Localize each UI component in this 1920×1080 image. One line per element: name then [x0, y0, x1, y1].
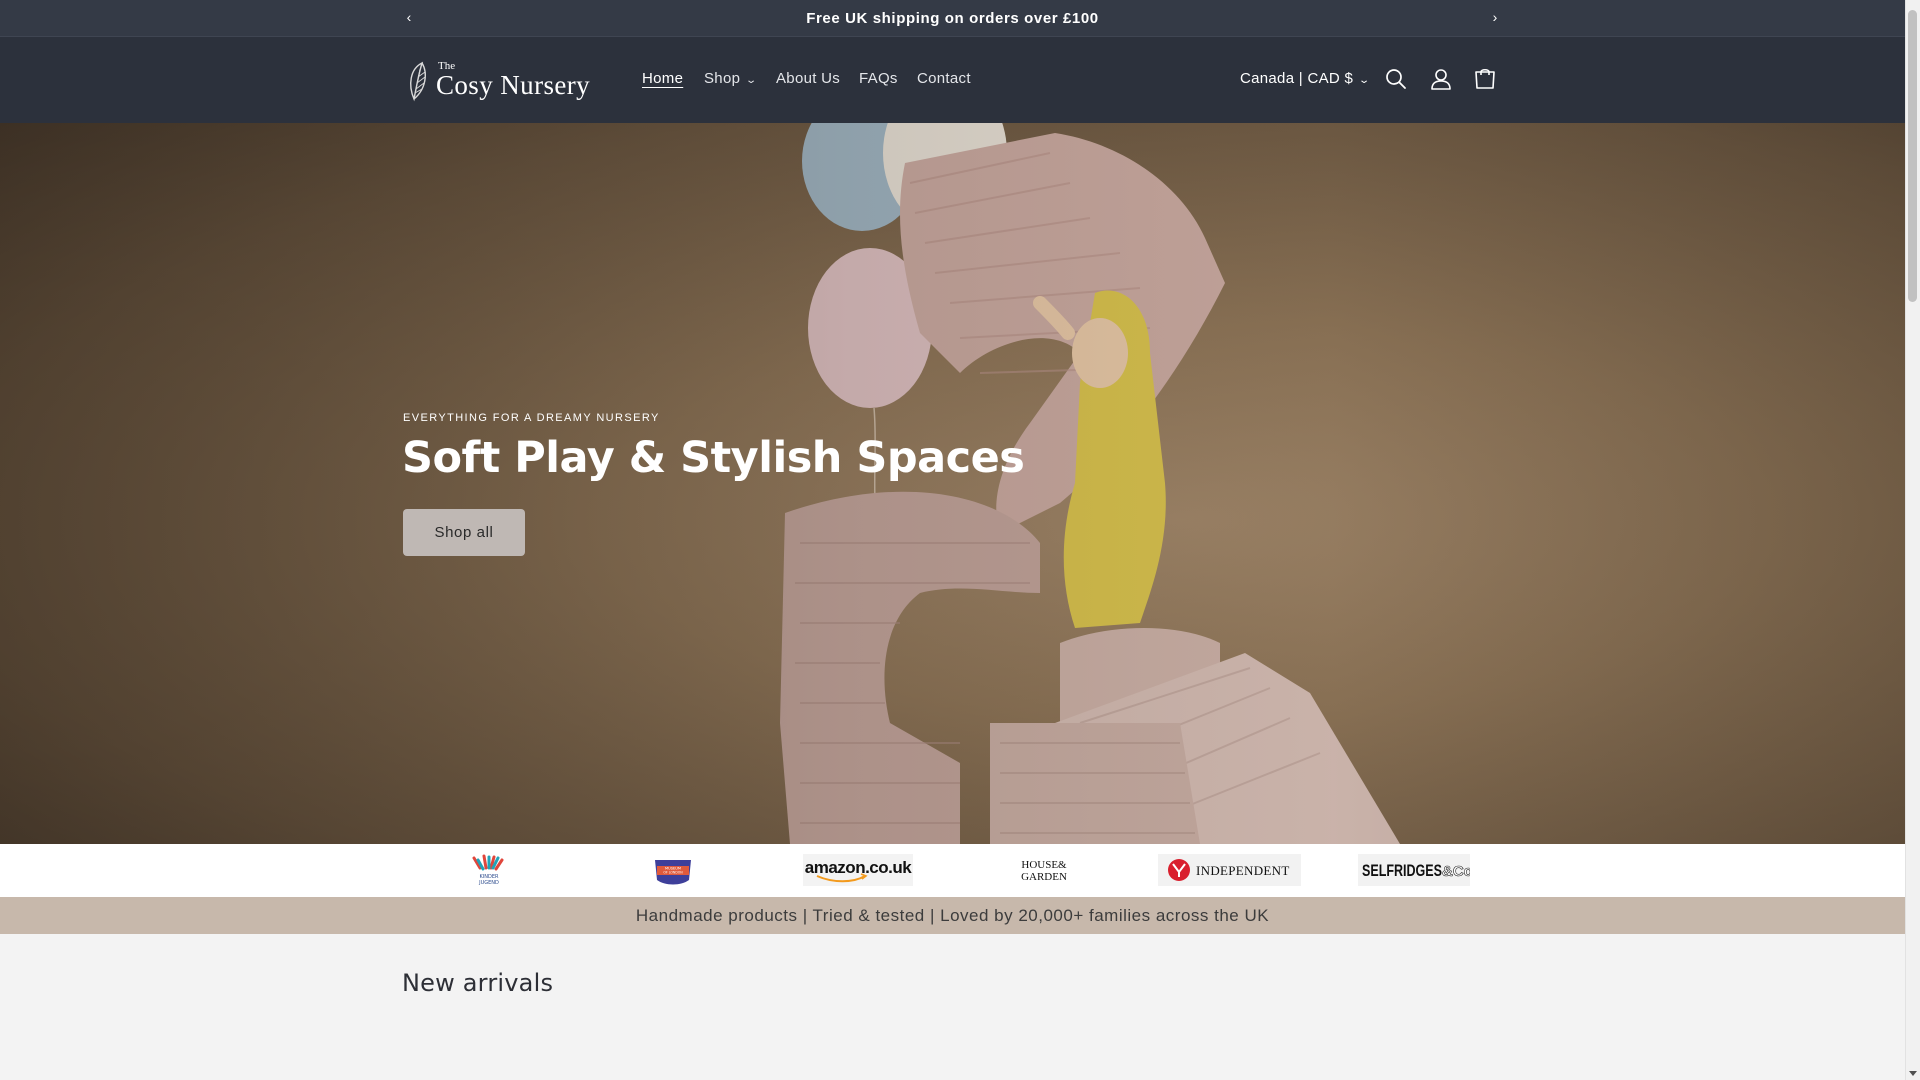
- leaf-logo-icon: [410, 61, 426, 102]
- currency-label: Canada | CAD $: [1240, 70, 1354, 87]
- site-logo[interactable]: The Cosy Nursery: [404, 57, 590, 105]
- logo-name: Cosy Nursery: [436, 69, 591, 100]
- logo-the: The: [438, 59, 456, 72]
- new-arrivals-section: New arrivals: [0, 934, 1905, 1080]
- hero-banner: EVERYTHING FOR A DREAMY NURSERY Soft Pla…: [0, 123, 1905, 844]
- nav-contact[interactable]: Contact: [917, 70, 971, 87]
- shop-all-button[interactable]: Shop all: [403, 509, 525, 556]
- nav-faqs[interactable]: FAQs: [859, 70, 898, 87]
- kinder-jugend-logo: KINDER JUGEND: [458, 854, 520, 886]
- currency-selector[interactable]: Canada | CAD $ ⌄: [1240, 70, 1371, 87]
- svg-text:HOUSE&: HOUSE&: [1021, 859, 1067, 871]
- chevron-down-icon: ⌄: [1358, 75, 1371, 86]
- amazon-logo: amazon.co.uk: [803, 854, 913, 886]
- page-scrollbar[interactable]: [1905, 0, 1920, 1080]
- nav-shop[interactable]: Shop ⌄: [704, 70, 758, 87]
- scroll-down-arrow-icon[interactable]: [1909, 1071, 1917, 1076]
- scrollbar-thumb[interactable]: [1908, 10, 1917, 302]
- chevron-down-icon: ⌄: [745, 75, 758, 86]
- svg-text:GARDEN: GARDEN: [1021, 871, 1067, 883]
- nav-about-us[interactable]: About Us: [776, 70, 840, 87]
- press-logos-strip: KINDER JUGEND MUSEUM OF LONDON amazon.co…: [0, 844, 1905, 897]
- museum-of-london-logo: MUSEUM OF LONDON: [651, 854, 695, 886]
- announcement-text: Free UK shipping on orders over £100: [806, 10, 1099, 27]
- logo-wordmark: The Cosy Nursery: [436, 59, 591, 101]
- new-arrivals-heading: New arrivals: [402, 969, 554, 997]
- nav-home[interactable]: Home: [642, 70, 683, 87]
- house-and-garden-logo: HOUSE& GARDEN: [1015, 854, 1073, 886]
- announcement-bar: ‹ Free UK shipping on orders over £100 ›: [0, 0, 1905, 37]
- svg-text:&Co: &Co: [1442, 863, 1470, 880]
- independent-logo: INDEPENDENT: [1158, 854, 1301, 886]
- svg-text:SELFRIDGES: SELFRIDGES: [1362, 861, 1442, 880]
- svg-text:OF LONDON: OF LONDON: [663, 871, 683, 875]
- nav-shop-label: Shop: [704, 70, 741, 87]
- svg-text:amazon.co.uk: amazon.co.uk: [805, 858, 912, 877]
- chevron-right-icon[interactable]: ›: [1485, 9, 1505, 25]
- svg-text:JUGEND: JUGEND: [478, 880, 499, 886]
- selfridges-logo: SELFRIDGES &Co: [1358, 854, 1470, 886]
- cart-icon[interactable]: [1472, 66, 1498, 92]
- hero-overlay: [0, 123, 1905, 844]
- search-icon[interactable]: [1383, 66, 1409, 92]
- trust-tagline: Handmade products | Tried & tested | Lov…: [0, 897, 1905, 934]
- site-header: The Cosy Nursery Home Shop ⌄ About Us FAQ…: [0, 37, 1905, 123]
- page: ‹ Free UK shipping on orders over £100 ›…: [0, 0, 1905, 1080]
- hero-title: Soft Play & Stylish Spaces: [402, 433, 1025, 483]
- hero-eyebrow: EVERYTHING FOR A DREAMY NURSERY: [403, 412, 660, 424]
- account-icon[interactable]: [1428, 66, 1454, 92]
- svg-text:INDEPENDENT: INDEPENDENT: [1196, 863, 1290, 878]
